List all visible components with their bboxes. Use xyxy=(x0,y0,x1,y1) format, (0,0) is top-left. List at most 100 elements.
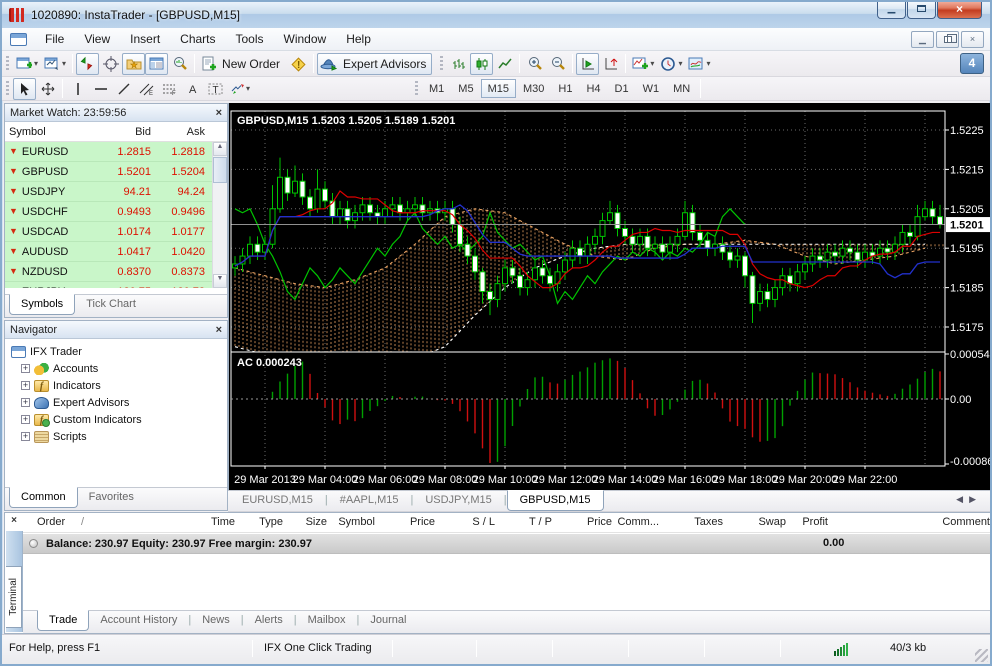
timeframe-m1[interactable]: M1 xyxy=(422,79,451,98)
dropdown-caret[interactable]: ▾ xyxy=(650,59,654,68)
mdi-minimize-button[interactable]: ▁ xyxy=(911,31,934,48)
navigator-title-bar[interactable]: Navigator × xyxy=(5,321,227,339)
market-watch-toggle[interactable] xyxy=(76,53,99,75)
expand-icon[interactable]: + xyxy=(21,381,30,390)
crosshair-tool-button[interactable] xyxy=(36,78,59,100)
navigator-toggle[interactable]: ★ xyxy=(122,53,145,75)
close-button[interactable]: × xyxy=(937,1,982,19)
market-watch-row[interactable]: ▼USDCHF0.94930.9496 xyxy=(5,202,227,222)
terminal-close-icon[interactable]: × xyxy=(8,515,20,527)
auto-scroll-button[interactable] xyxy=(576,53,599,75)
menu-file[interactable]: File xyxy=(35,29,74,49)
profiles-button[interactable]: ▾ xyxy=(41,53,69,75)
toolbar-grip[interactable] xyxy=(415,81,418,97)
market-watch-title-bar[interactable]: Market Watch: 23:59:56 × xyxy=(5,104,227,122)
market-watch-row[interactable]: ▼GBPUSD1.52011.5204 xyxy=(5,162,227,182)
tab-scroll-arrows[interactable]: ◀▶ xyxy=(946,491,992,508)
line-chart-button[interactable] xyxy=(493,53,516,75)
chart-tab-usdjpy-m15[interactable]: USDJPY,M15 xyxy=(413,491,503,510)
navigator-item-custom-indicators[interactable]: +fCustom Indicators xyxy=(11,411,227,428)
navigator-item-accounts[interactable]: +Accounts xyxy=(11,360,227,377)
column-header-symbol[interactable]: Symbol xyxy=(5,126,97,138)
menu-insert[interactable]: Insert xyxy=(120,29,170,49)
terminal-side-tab[interactable]: Terminal xyxy=(6,566,22,628)
timeframe-h4[interactable]: H4 xyxy=(579,79,607,98)
balance-row[interactable]: Balance: 230.97 Equity: 230.97 Free marg… xyxy=(23,534,990,554)
close-icon[interactable]: × xyxy=(216,325,222,335)
expand-icon[interactable]: + xyxy=(21,415,30,424)
metaeditor-button[interactable]: ! xyxy=(286,53,310,75)
toolbar-grip[interactable] xyxy=(440,56,443,72)
timeframe-mn[interactable]: MN xyxy=(666,79,697,98)
mdi-close-button[interactable]: × xyxy=(961,31,984,48)
menu-tools[interactable]: Tools xyxy=(226,29,274,49)
column-header-ask[interactable]: Ask xyxy=(155,126,209,138)
dropdown-caret[interactable]: ▾ xyxy=(246,84,250,93)
navigator-root[interactable]: IFX Trader xyxy=(11,343,227,360)
chart-tab-eurusd-m15[interactable]: EURUSD,M15 xyxy=(230,491,325,510)
chart-tab--aapl-m15[interactable]: #AAPL,M15 xyxy=(328,491,411,510)
new-order-button[interactable]: New Order xyxy=(198,53,286,75)
arrow-styles-button[interactable]: ▾ xyxy=(227,78,253,100)
notification-badge[interactable]: 4 xyxy=(960,53,984,74)
candlestick-chart-button[interactable] xyxy=(470,53,493,75)
navigator-item-indicators[interactable]: +fIndicators xyxy=(11,377,227,394)
column-header-bid[interactable]: Bid xyxy=(97,126,155,138)
tab-symbols[interactable]: Symbols xyxy=(9,294,75,315)
one-click-trading-cell[interactable]: IFX One Click Trading xyxy=(264,642,372,654)
chart-window[interactable]: 1.52251.52151.52051.51951.51851.51751.52… xyxy=(228,103,992,490)
tab-trade[interactable]: Trade xyxy=(37,610,89,631)
data-window-toggle[interactable] xyxy=(99,53,122,75)
chart-shift-button[interactable] xyxy=(599,53,622,75)
tab-tick-chart[interactable]: Tick Chart xyxy=(75,295,147,314)
dropdown-caret[interactable]: ▾ xyxy=(62,59,66,68)
timeframe-d1[interactable]: D1 xyxy=(608,79,636,98)
close-icon[interactable]: × xyxy=(216,108,222,118)
timeframe-m30[interactable]: M30 xyxy=(516,79,551,98)
tab-account-history[interactable]: Account History xyxy=(89,611,188,630)
text-label-tool[interactable]: T xyxy=(204,78,227,100)
scroll-down-icon[interactable]: ▼ xyxy=(213,274,227,288)
market-watch-scrollbar[interactable]: ▲ ▼ xyxy=(212,142,227,288)
expert-advisors-button[interactable]: Expert Advisors xyxy=(317,53,432,75)
tab-mailbox[interactable]: Mailbox xyxy=(297,611,357,630)
menu-view[interactable]: View xyxy=(74,29,120,49)
navigator-item-expert-advisors[interactable]: +Expert Advisors xyxy=(11,394,227,411)
expand-icon[interactable]: + xyxy=(21,398,30,407)
resize-grip[interactable] xyxy=(975,649,988,662)
mdi-restore-button[interactable] xyxy=(936,31,959,48)
market-watch-row[interactable]: ▼EURUSD1.28151.2818 xyxy=(5,142,227,162)
tab-alerts[interactable]: Alerts xyxy=(244,611,294,630)
scroll-up-icon[interactable]: ▲ xyxy=(213,142,227,156)
market-watch-row[interactable]: ▼USDCAD1.01741.0177 xyxy=(5,222,227,242)
dropdown-caret[interactable]: ▾ xyxy=(34,59,38,68)
timeframe-w1[interactable]: W1 xyxy=(636,79,667,98)
new-chart-button[interactable]: ▾ xyxy=(13,53,41,75)
tab-news[interactable]: News xyxy=(191,611,241,630)
timeframe-h1[interactable]: H1 xyxy=(551,79,579,98)
terminal-column-order[interactable]: Order xyxy=(37,516,65,528)
market-watch-row[interactable]: ▼EURJPY120.75120.78 xyxy=(5,282,227,288)
tab-journal[interactable]: Journal xyxy=(359,611,417,630)
market-watch-row[interactable]: ▼AUDUSD1.04171.0420 xyxy=(5,242,227,262)
fibonacci-tool[interactable]: F xyxy=(158,78,181,100)
timeframe-m5[interactable]: M5 xyxy=(451,79,480,98)
tab-common[interactable]: Common xyxy=(9,487,78,508)
tab-favorites[interactable]: Favorites xyxy=(78,488,145,507)
navigator-item-scripts[interactable]: +Scripts xyxy=(11,428,227,445)
toolbar-grip[interactable] xyxy=(6,56,9,72)
expand-icon[interactable]: + xyxy=(21,364,30,373)
timeframe-m15[interactable]: M15 xyxy=(481,79,516,98)
terminal-column-comment[interactable]: Comment xyxy=(910,516,990,528)
periods-button[interactable]: ▾ xyxy=(657,53,685,75)
menu-charts[interactable]: Charts xyxy=(170,29,225,49)
menu-window[interactable]: Window xyxy=(274,29,337,49)
chart-tab-gbpusd-m15[interactable]: GBPUSD,M15 xyxy=(507,490,604,511)
text-tool[interactable]: A xyxy=(181,78,204,100)
toolbar-grip[interactable] xyxy=(6,81,9,97)
horizontal-line-tool[interactable] xyxy=(89,78,112,100)
minimize-button[interactable]: ▁ xyxy=(877,1,906,19)
indicators-button[interactable]: ▾ xyxy=(629,53,657,75)
dropdown-caret[interactable]: ▾ xyxy=(678,59,682,68)
scrollbar-thumb[interactable] xyxy=(213,157,227,183)
